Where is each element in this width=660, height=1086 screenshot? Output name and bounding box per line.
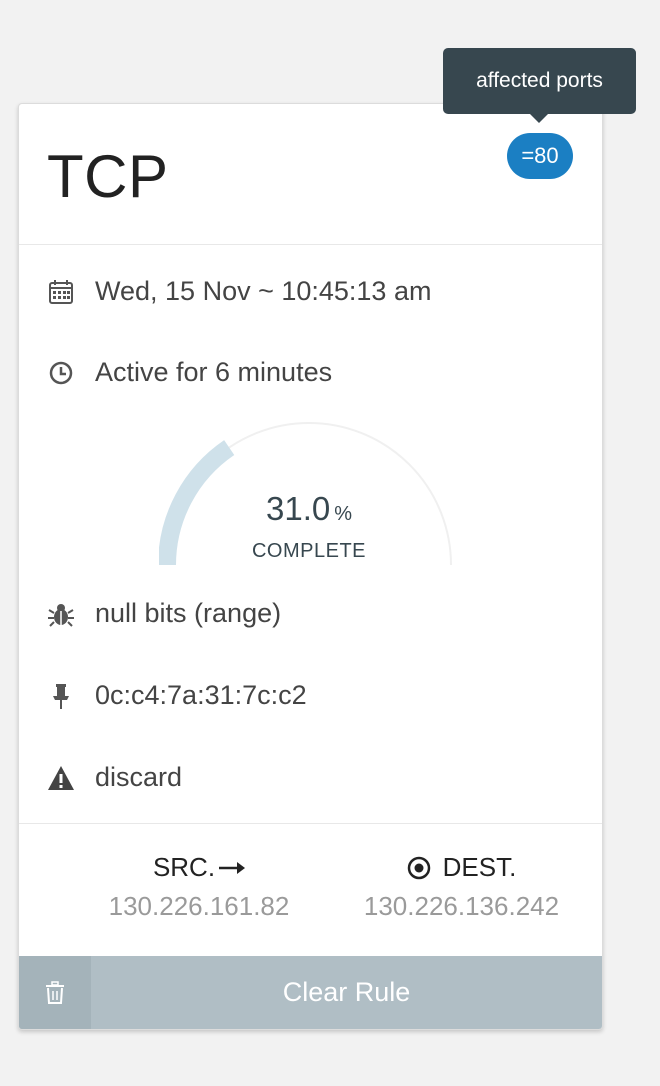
date-row: Wed, 15 Nov ~ 10:45:13 am (47, 276, 431, 307)
ports-tooltip: affected ports (443, 48, 636, 114)
active-duration: Active for 6 minutes (95, 357, 333, 387)
mac-address: 0c:c4:7a:31:7c:c2 (95, 680, 307, 710)
ports-badge[interactable]: =80 (507, 133, 573, 179)
destination-label: DEST. (442, 852, 517, 882)
clear-rule-button[interactable]: Clear Rule (91, 956, 602, 1029)
bug-icon (47, 600, 75, 628)
source-ip: 130.226.161.82 (108, 891, 290, 921)
arrow-right-icon (219, 860, 246, 876)
warning-icon (47, 764, 75, 792)
pin-icon (47, 682, 75, 710)
calendar-icon (47, 278, 75, 306)
destination-block: DEST. 130.226.136.242 (344, 852, 579, 922)
tooltip-arrow (530, 114, 548, 123)
section-divider (19, 823, 602, 824)
card-header: TCP =80 (19, 104, 602, 245)
attack-type: null bits (range) (95, 598, 282, 628)
delete-button[interactable] (19, 956, 91, 1029)
card-footer: Clear Rule (19, 956, 602, 1029)
gauge-value: 31.0% (159, 490, 459, 528)
trash-icon (45, 980, 65, 1005)
progress-label: COMPLETE (251, 540, 367, 562)
destination-ip: 130.226.136.242 (363, 891, 560, 921)
percent-sign: % (334, 503, 353, 525)
rule-card: TCP =80 Wed, 15 Nov ~ 10:45:13 am Active… (18, 103, 603, 1030)
source-label: SRC. (152, 852, 216, 882)
source-block: SRC. 130.226.161.82 (79, 852, 319, 922)
target-icon (407, 856, 431, 880)
progress-value: 31.0 (265, 490, 331, 527)
action-text: discard (95, 762, 183, 792)
clock-icon (47, 359, 75, 387)
attack-row: null bits (range) (47, 598, 281, 629)
action-row: discard (47, 762, 182, 793)
active-row: Active for 6 minutes (47, 357, 332, 388)
date-text: Wed, 15 Nov ~ 10:45:13 am (95, 276, 432, 306)
protocol-title: TCP (47, 143, 169, 210)
mac-row: 0c:c4:7a:31:7c:c2 (47, 680, 307, 711)
progress-gauge: 31.0% COMPLETE (159, 420, 459, 570)
